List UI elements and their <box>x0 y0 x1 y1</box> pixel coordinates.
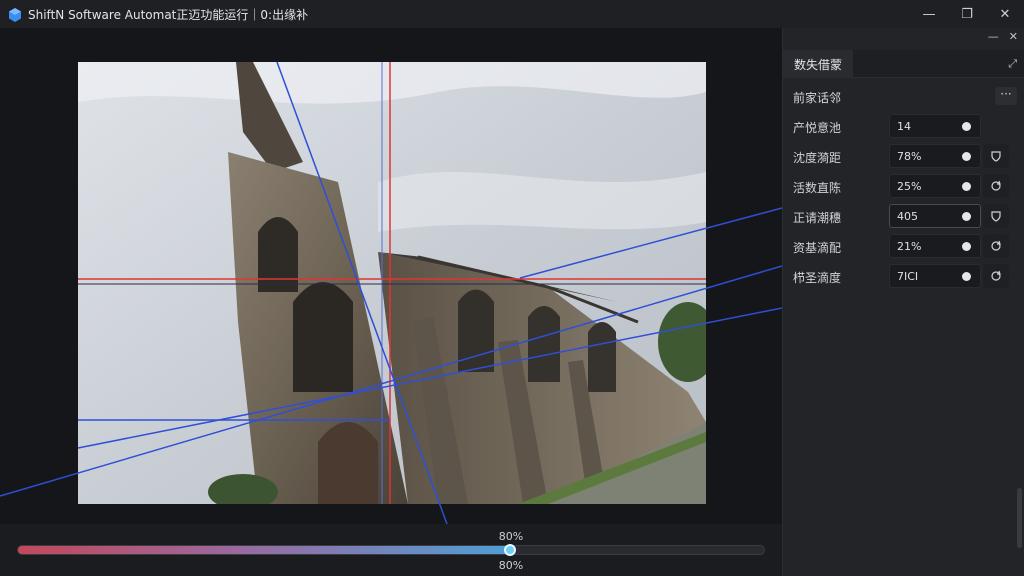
property-row: 正请潮穗 405 <box>783 204 1024 228</box>
panel-scrollbar[interactable] <box>1017 488 1022 548</box>
property-value: 25% <box>897 180 922 193</box>
opacity-slider[interactable] <box>17 544 765 556</box>
tab-parameters[interactable]: 数失借蒙 <box>783 50 853 78</box>
image-canvas[interactable] <box>0 28 782 524</box>
property-value: 78% <box>897 150 922 163</box>
property-row: 栉圣滴度 7ICI <box>783 264 1024 288</box>
expand-icon[interactable]: ⤢ <box>1008 57 1017 71</box>
minimize-button[interactable]: — <box>910 0 948 28</box>
property-value: 405 <box>897 210 918 223</box>
property-row: 沈度漪距 78% <box>783 144 1024 168</box>
property-label: 活数直陈 <box>793 181 842 195</box>
property-value-field[interactable]: 25% <box>889 174 981 198</box>
rotate-icon[interactable] <box>983 174 1009 198</box>
property-label: 沈度漪距 <box>793 151 842 165</box>
property-row: 产悦意池 14 <box>783 114 1024 138</box>
property-value: 7ICI <box>897 270 919 283</box>
shield-icon[interactable] <box>983 144 1009 168</box>
title-bar: ShiftN Software Automat正迈功能运行｜0:出缘补 — ❐ … <box>0 0 1024 28</box>
property-label: 产悦意池 <box>793 121 842 135</box>
properties-panel: — ✕ 数失借蒙 ⤢ 前家话邻 ··· 产悦意池 14 沈度漪距 78% 活数直陈 25%… <box>782 28 1024 576</box>
more-options-button[interactable]: ··· <box>995 87 1017 105</box>
section-header: 前家话邻 ··· <box>783 86 1024 108</box>
property-row: 资基滴配 21% <box>783 234 1024 258</box>
value-handle-dot[interactable] <box>962 212 971 221</box>
rotate-icon[interactable] <box>983 234 1009 258</box>
value-handle-dot[interactable] <box>962 182 971 191</box>
window-title: ShiftN Software Automat正迈功能运行｜0:出缘补 <box>28 7 309 22</box>
panel-header: 数失借蒙 ⤢ <box>783 50 1024 78</box>
section-label: 前家话邻 <box>793 91 842 105</box>
bottom-slider-bar: 80% 80% <box>0 524 782 576</box>
property-label: 栉圣滴度 <box>793 271 842 285</box>
slider-thumb[interactable] <box>504 544 517 556</box>
property-value: 14 <box>897 120 911 133</box>
slider-value-bottom: 80% <box>498 559 524 572</box>
property-row: 活数直陈 25% <box>783 174 1024 198</box>
slider-value-top: 80% <box>498 530 524 543</box>
shield-icon[interactable] <box>983 204 1009 228</box>
value-handle-dot[interactable] <box>962 242 971 251</box>
app-logo-icon <box>8 7 22 22</box>
property-value-field[interactable]: 78% <box>889 144 981 168</box>
panel-minimize-button[interactable]: — <box>988 30 999 43</box>
value-handle-dot[interactable] <box>962 272 971 281</box>
value-handle-dot[interactable] <box>962 152 971 161</box>
property-value-field[interactable]: 7ICI <box>889 264 981 288</box>
maximize-button[interactable]: ❐ <box>948 0 986 28</box>
church-photo <box>78 62 706 504</box>
slider-fill <box>18 546 511 554</box>
value-handle-dot[interactable] <box>962 122 971 131</box>
property-value-field[interactable]: 14 <box>889 114 981 138</box>
property-label: 资基滴配 <box>793 241 842 255</box>
rotate-icon[interactable] <box>983 264 1009 288</box>
property-value-field[interactable]: 405 <box>889 204 981 228</box>
property-value: 21% <box>897 240 922 253</box>
close-button[interactable]: ✕ <box>986 0 1024 28</box>
panel-close-button[interactable]: ✕ <box>1009 30 1018 43</box>
property-label: 正请潮穗 <box>793 211 842 225</box>
property-value-field[interactable]: 21% <box>889 234 981 258</box>
